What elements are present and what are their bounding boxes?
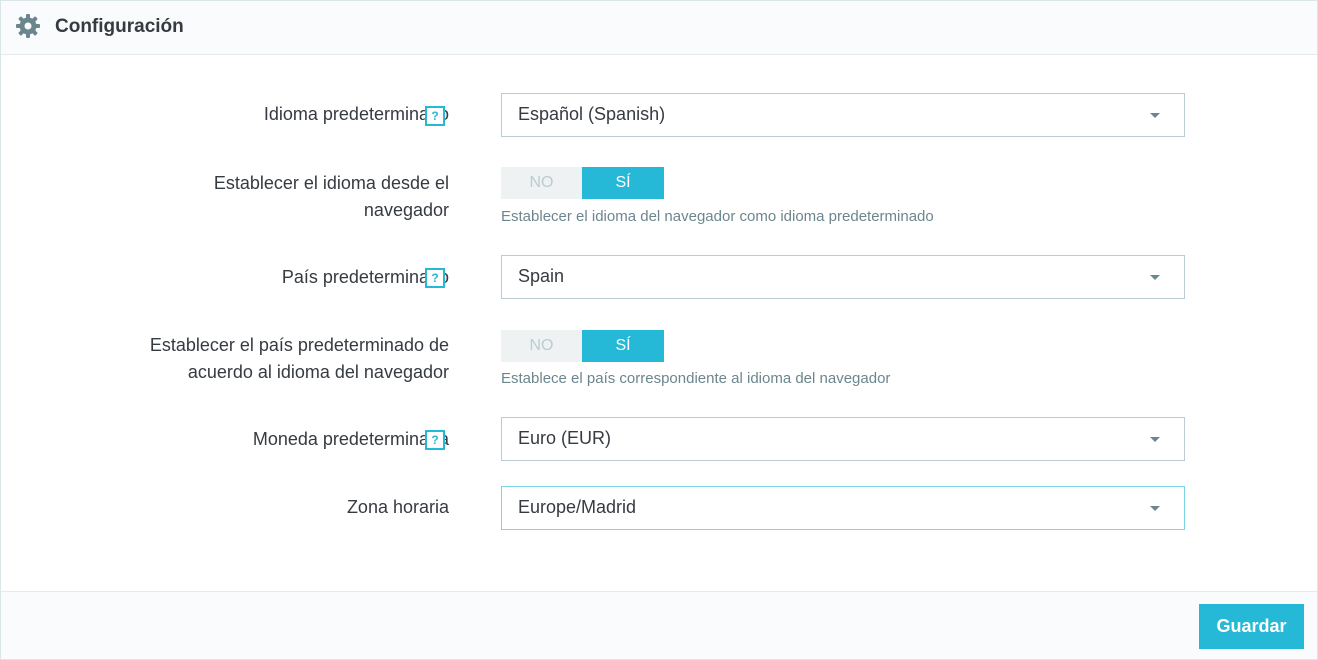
default-language-label: Idioma predeterminado	[263, 104, 449, 124]
browser-language-hint: Establecer el idioma del navegador como …	[501, 208, 934, 225]
panel-header: Configuración	[1, 1, 1317, 55]
default-currency-select[interactable]: Euro (EUR)	[501, 417, 1185, 461]
default-language-value: Español (Spanish)	[518, 104, 666, 124]
gear-icon	[16, 14, 40, 38]
browser-country-label: Establecer el país predeterminado de acu…	[149, 335, 449, 382]
default-language-select[interactable]: Español (Spanish)	[501, 93, 1185, 137]
timezone-select[interactable]: Europe/Madrid	[501, 486, 1185, 530]
configuration-panel: Configuración Idioma predeterminado ? Es…	[0, 0, 1318, 660]
panel-footer: Guardar	[1, 591, 1317, 659]
browser-language-toggle[interactable]: NO SÍ	[501, 167, 664, 199]
timezone-label: Zona horaria	[346, 497, 449, 517]
browser-language-label: Establecer el idioma desde el navegador	[213, 173, 449, 220]
browser-country-toggle[interactable]: NO SÍ	[501, 330, 664, 362]
default-currency-help-icon[interactable]: ?	[425, 430, 445, 450]
browser-country-hint: Establece el país correspondiente al idi…	[501, 370, 891, 387]
default-country-label: País predeterminado	[281, 267, 449, 287]
save-button[interactable]: Guardar	[1199, 604, 1304, 649]
chevron-down-icon	[1150, 506, 1160, 511]
browser-country-yes-option[interactable]: SÍ	[582, 330, 664, 362]
chevron-down-icon	[1150, 437, 1160, 442]
default-country-value: Spain	[518, 266, 565, 286]
default-language-help-icon[interactable]: ?	[425, 106, 445, 126]
browser-country-no-option[interactable]: NO	[501, 330, 582, 362]
default-country-select[interactable]: Spain	[501, 255, 1185, 299]
default-country-help-icon[interactable]: ?	[425, 268, 445, 288]
browser-language-yes-option[interactable]: SÍ	[582, 167, 664, 199]
chevron-down-icon	[1150, 113, 1160, 118]
panel-title: Configuración	[55, 16, 184, 37]
browser-language-no-option[interactable]: NO	[501, 167, 582, 199]
chevron-down-icon	[1150, 275, 1160, 280]
default-currency-value: Euro (EUR)	[518, 428, 612, 448]
timezone-value: Europe/Madrid	[518, 497, 637, 517]
default-currency-label: Moneda predeterminada	[252, 429, 449, 449]
